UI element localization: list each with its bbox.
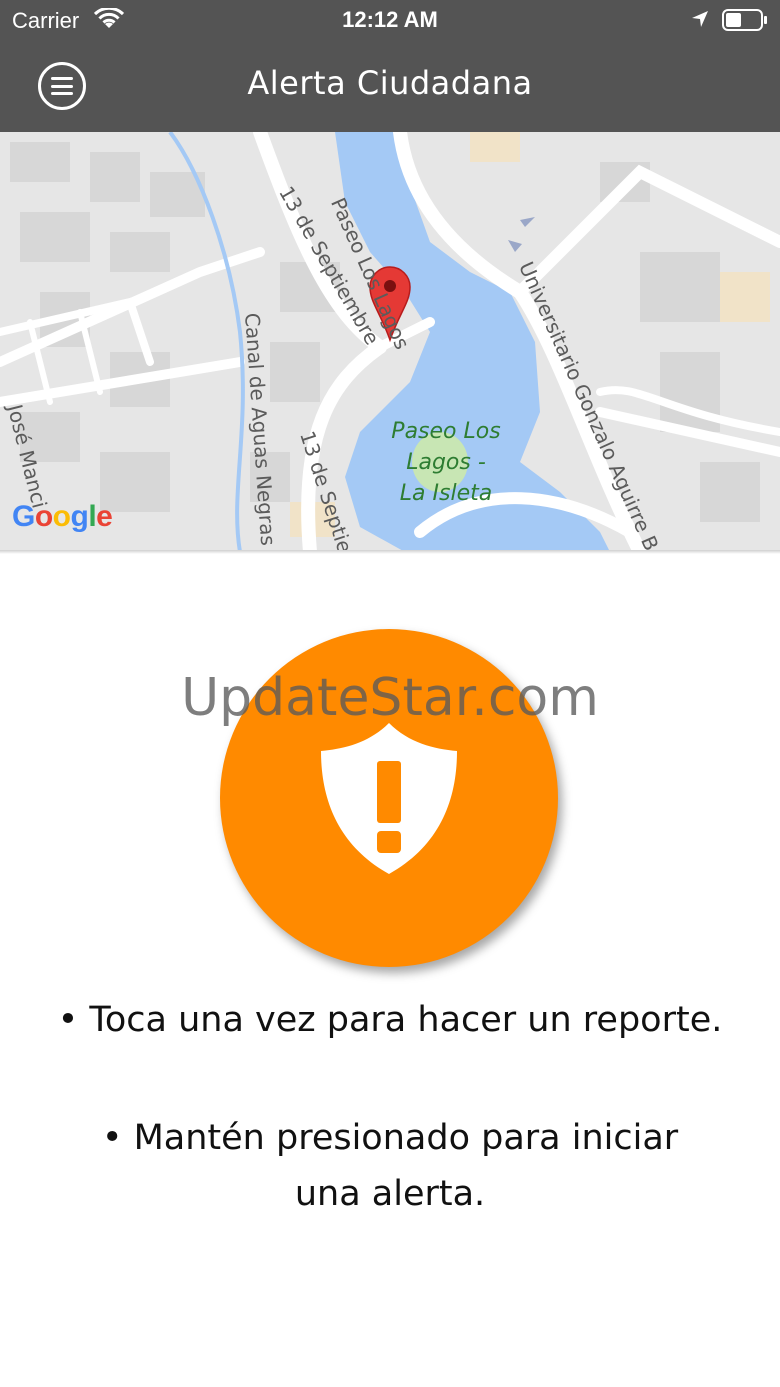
google-logo: Google — [12, 500, 113, 533]
shield-exclamation-icon — [321, 723, 457, 874]
map-divider — [0, 550, 780, 554]
location-arrow-icon — [692, 11, 708, 27]
battery-icon — [722, 9, 767, 31]
status-bar: Carrier 12:12 AM — [0, 0, 780, 40]
map-view[interactable]: Paseo Los Lagos 13 de Septiembre 13 de S… — [0, 132, 780, 552]
instruction-tap: • Toca una vez para hacer un reporte. — [57, 1000, 723, 1040]
nav-bar: Alerta Ciudadana — [0, 40, 780, 132]
instruction-hold: • Mantén presionado para iniciar una ale… — [101, 1118, 679, 1214]
page-title: Alerta Ciudadana — [247, 64, 533, 102]
map-label-park: Paseo Los Lagos - La Isleta — [391, 419, 501, 506]
top-bar: Carrier 12:12 AM Alerta Ciudadana — [0, 0, 780, 132]
alert-button[interactable] — [220, 629, 558, 967]
status-time: 12:12 AM — [342, 7, 438, 32]
